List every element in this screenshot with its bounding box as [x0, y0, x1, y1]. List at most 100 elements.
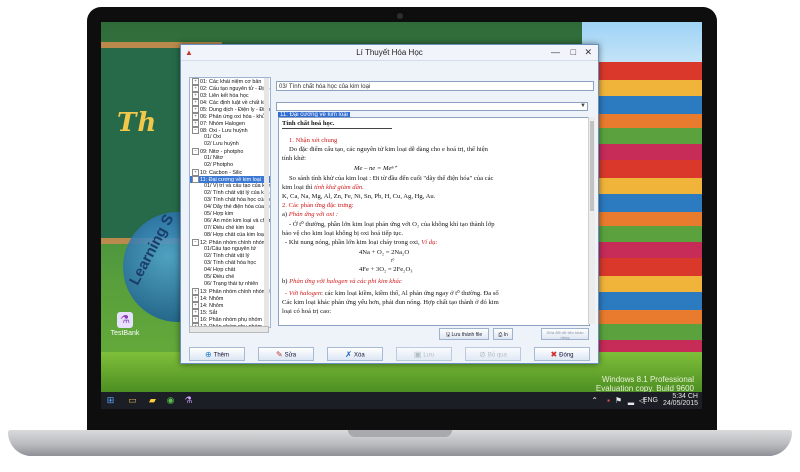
tree-node[interactable]: 01/ Nitơ: [190, 155, 270, 162]
expand-icon[interactable]: +: [192, 99, 199, 106]
tray-up-arrow-icon[interactable]: ⌃: [591, 396, 598, 405]
tree-node-label: 02/ Lưu huỳnh: [204, 141, 239, 147]
save-button[interactable]: ▣ Lưu: [396, 347, 452, 361]
expand-icon[interactable]: +: [192, 113, 199, 120]
doc-para-6-text: : các kim loại kiềm, kiềm thổ, Al phản ứ…: [321, 290, 499, 297]
collapse-icon[interactable]: −: [192, 127, 199, 134]
app-taskbar-icon[interactable]: ⚗: [183, 395, 194, 406]
window-title: Lí Thuyết Hóa Học: [356, 48, 423, 57]
start-button-icon[interactable]: ⊞: [105, 395, 116, 406]
expand-icon[interactable]: +: [192, 316, 199, 323]
tree-node[interactable]: +13: Phân nhóm chính nhóm II: [190, 288, 270, 295]
chapter-dropdown[interactable]: 11: Đại cương về kim loại ▼: [276, 102, 588, 119]
print-button[interactable]: ⎙ In: [493, 328, 513, 340]
tree-node[interactable]: +02: Cấu tạo nguyên tử - Định luật tuần: [190, 85, 270, 92]
skip-button[interactable]: ⊘ Bỏ qua: [465, 347, 521, 361]
tree-node[interactable]: 01/ Vị trí và cấu tạo của kim loại: [190, 183, 270, 190]
minimize-button[interactable]: —: [551, 47, 560, 57]
tree-node[interactable]: +01: Các khái niệm cơ bản: [190, 78, 270, 85]
skip-label: Bỏ qua: [487, 352, 507, 359]
tree-node[interactable]: +16: Phân nhóm phụ nhóm I: [190, 316, 270, 323]
add-button[interactable]: ⊕ Thêm: [189, 347, 245, 361]
tray-flag-icon[interactable]: ⚑: [615, 396, 622, 405]
expand-icon[interactable]: +: [192, 309, 199, 316]
tree-node[interactable]: 04/ Dãy thế điện hóa của kim: [190, 204, 270, 211]
doc-para-1b: tính khử:: [282, 155, 306, 162]
folder-icon[interactable]: ▰: [147, 395, 158, 406]
tree-node[interactable]: +07: Nhóm Halogen: [190, 120, 270, 127]
save-to-file-button[interactable]: 🖫 Lưu thành file: [439, 328, 489, 340]
maximize-button[interactable]: □: [571, 47, 576, 57]
chevron-down-icon[interactable]: ▼: [580, 103, 586, 109]
laptop-base: [8, 430, 792, 456]
expand-icon[interactable]: +: [192, 302, 199, 309]
tree-node[interactable]: 01/ Oxi: [190, 134, 270, 141]
tree-vertical-scrollbar[interactable]: [264, 78, 269, 326]
expand-icon[interactable]: +: [192, 85, 199, 92]
tray-antivirus-icon[interactable]: ▪: [607, 396, 610, 405]
topic-tree[interactable]: +01: Các khái niệm cơ bản +02: Cấu tạo ng…: [189, 77, 271, 328]
tree-node[interactable]: 06/ Trạng thái tự nhiên: [190, 281, 270, 288]
tray-network-icon[interactable]: ▂: [628, 396, 634, 405]
tree-node[interactable]: 05/ Điều chế: [190, 274, 270, 281]
tree-node[interactable]: +06: Phản ứng oxi hóa - khử: [190, 113, 270, 120]
edit-button[interactable]: ✎ Sửa: [258, 347, 314, 361]
expand-icon[interactable]: +: [192, 169, 199, 176]
tree-horizontal-scrollbar[interactable]: [189, 326, 269, 333]
document-scrollbar[interactable]: [588, 117, 595, 324]
tree-node[interactable]: −11: Đại cương về kim loại: [190, 176, 270, 183]
tree-node[interactable]: 02/ Tính chất vật lý của kim: [190, 190, 270, 197]
tree-node[interactable]: +14: Nhôm: [190, 302, 270, 309]
cancel-icon: ⊘: [479, 350, 486, 359]
doc-sub-b: b) Phản ứng với halogen và các phi kim k…: [282, 278, 402, 286]
edit-data-button[interactable]: Sửa đổi dữ liệu khác riêng: [541, 328, 589, 340]
tree-node[interactable]: +14: Nhôm: [190, 295, 270, 302]
close-window-button[interactable]: ✕: [584, 47, 592, 57]
tree-node[interactable]: 06/ Ăn mòn kim loại và chống ăn: [190, 218, 270, 225]
tree-node[interactable]: +04: Các định luật về chất khí: [190, 99, 270, 106]
tree-node-label: 05/ Điều chế: [204, 274, 235, 280]
wallpaper-books: [582, 62, 702, 382]
tree-node[interactable]: 02/ Tính chất vật lý: [190, 253, 270, 260]
tree-node[interactable]: 02/ Photpho: [190, 162, 270, 169]
expand-icon[interactable]: +: [192, 92, 199, 99]
tree-node[interactable]: −12: Phân nhóm chính nhóm I: [190, 239, 270, 246]
save-label: Lưu: [423, 352, 435, 359]
expand-icon[interactable]: +: [192, 295, 199, 302]
language-indicator[interactable]: ENG: [643, 397, 658, 404]
tree-node[interactable]: 04/ Hợp chất: [190, 267, 270, 274]
delete-button[interactable]: ✗ Xóa: [327, 347, 383, 361]
tree-node[interactable]: 02/ Lưu huỳnh: [190, 141, 270, 148]
content-document[interactable]: Tính chất hoá học. 1. Nhận xét chung Do …: [278, 117, 590, 326]
tree-node[interactable]: 07/ Điều chế kim loại: [190, 225, 270, 232]
expand-icon[interactable]: +: [192, 78, 199, 85]
chrome-icon[interactable]: ◉: [165, 395, 176, 406]
scrollbar-thumb[interactable]: [590, 121, 594, 211]
close-button[interactable]: ✖ Đóng: [534, 347, 590, 361]
tree-node[interactable]: 08/ Hợp chất của kim loại: [190, 232, 270, 239]
tree-node[interactable]: +10: Cacbon - Silic: [190, 169, 270, 176]
expand-icon[interactable]: +: [192, 120, 199, 127]
collapse-icon[interactable]: −: [192, 148, 199, 155]
tree-node[interactable]: +15: Sắt: [190, 309, 270, 316]
title-bar[interactable]: ▲ Lí Thuyết Hóa Học — □ ✕: [181, 45, 598, 61]
collapse-icon[interactable]: −: [192, 176, 199, 183]
clock[interactable]: 5:34 CH 24/05/2015: [663, 393, 698, 407]
desktop-shortcut-testbank[interactable]: ⚗ TestBank: [105, 312, 145, 337]
section-field[interactable]: 03/ Tính chất hóa học của kim loại: [276, 81, 594, 91]
file-explorer-icon[interactable]: ▭: [127, 395, 138, 406]
tree-node[interactable]: −08: Oxi - Lưu huỳnh: [190, 127, 270, 134]
tree-node[interactable]: −09: Nitơ - photpho: [190, 148, 270, 155]
tree-node[interactable]: 03/ Tính chất hóa học của kim: [190, 197, 270, 204]
tree-node-label: 06/ Ăn mòn kim loại và chống ăn: [204, 218, 270, 224]
tree-node[interactable]: +03: Liên kết hóa học: [190, 92, 270, 99]
doc-equation-1: Me – ne = Meⁿ⁺: [354, 165, 397, 172]
tree-node[interactable]: 05/ Hợp kim: [190, 211, 270, 218]
expand-icon[interactable]: +: [192, 288, 199, 295]
tree-node[interactable]: 01/Cấu tạo nguyên tử: [190, 246, 270, 253]
tree-node[interactable]: 03/ Tính chất hóa học: [190, 260, 270, 267]
tree-node-label: 03/ Tính chất hóa học: [204, 260, 257, 266]
collapse-icon[interactable]: −: [192, 239, 199, 246]
expand-icon[interactable]: +: [192, 106, 199, 113]
tree-node[interactable]: +05: Dung dịch - Điện ly - Điện phân: [190, 106, 270, 113]
